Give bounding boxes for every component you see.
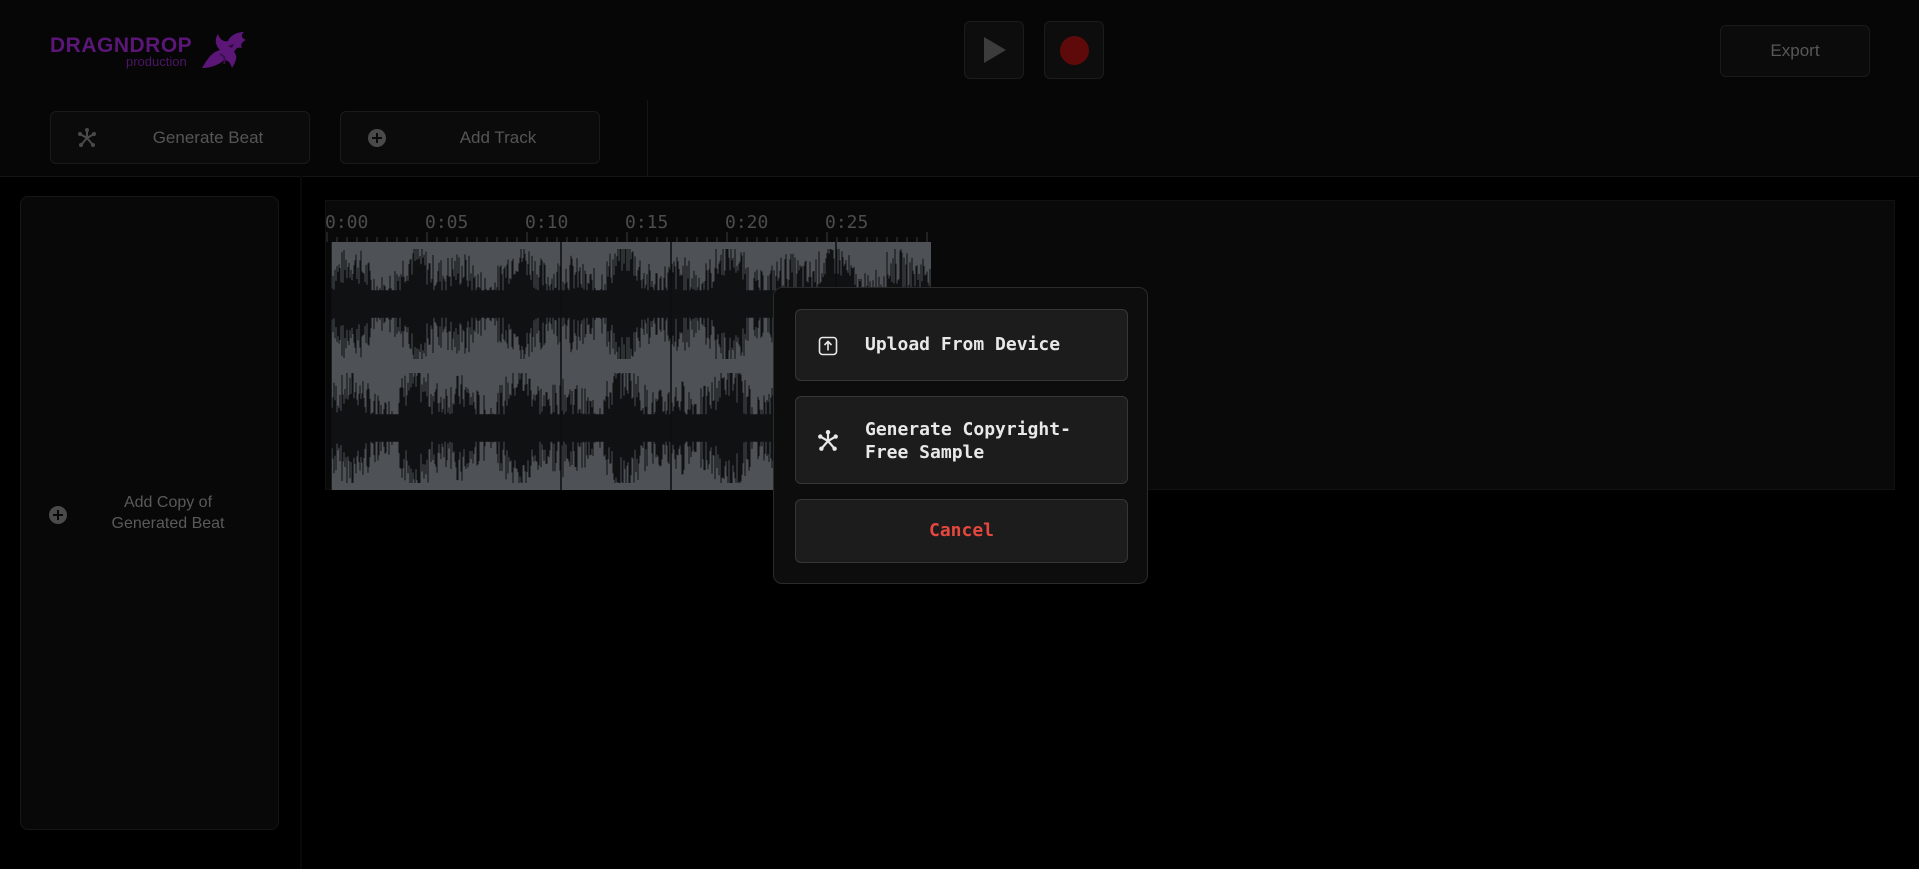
tick-label: 0:10 xyxy=(525,212,569,233)
add-copy-label-line1: Add Copy of xyxy=(123,494,213,511)
play-icon xyxy=(984,37,1006,63)
logo-subtext: production xyxy=(126,54,187,69)
tick-label: 0:05 xyxy=(425,212,469,233)
add-copy-of-generated-beat-button[interactable]: Add Copy of Generated Beat xyxy=(20,196,279,830)
add-track-label: Add Track xyxy=(459,128,537,147)
upload-label: Upload From Device xyxy=(865,334,1061,355)
sidebar-divider xyxy=(300,176,302,869)
generate-sample-label-line1: Generate Copyright- xyxy=(865,419,1071,440)
sparkle-icon xyxy=(77,128,97,153)
generate-beat-button[interactable]: Generate Beat xyxy=(50,111,310,164)
plus-circle-icon xyxy=(48,505,68,530)
generate-sample-label: Generate Copyright- Free Sample xyxy=(865,418,1105,464)
add-track-button[interactable]: Add Track xyxy=(340,111,600,164)
play-button[interactable] xyxy=(964,21,1024,79)
plus-circle-icon xyxy=(367,128,387,153)
tick-label: 0:20 xyxy=(725,212,769,233)
tick-label: 0:15 xyxy=(625,212,669,233)
app-logo: DRAGNDROP production xyxy=(50,26,250,72)
add-track-modal: Upload From Device Generate Copyright- F xyxy=(773,287,1148,584)
ruler-ticks xyxy=(326,232,928,242)
generate-sample-label-line2: Free Sample xyxy=(865,442,985,463)
upload-from-device-button[interactable]: Upload From Device xyxy=(795,309,1128,381)
generate-beat-label: Generate Beat xyxy=(152,128,264,147)
cancel-button[interactable]: Cancel xyxy=(795,499,1128,563)
export-button[interactable]: Export xyxy=(1720,25,1870,77)
upload-icon xyxy=(818,336,838,361)
add-copy-label-line2: Generated Beat xyxy=(111,515,225,532)
tick-label: 0:25 xyxy=(825,212,869,233)
dragon-icon xyxy=(202,32,246,68)
add-copy-label: Add Copy of Generated Beat xyxy=(83,492,253,534)
generate-copyright-free-sample-button[interactable]: Generate Copyright- Free Sample xyxy=(795,396,1128,484)
sparkle-icon xyxy=(817,430,839,457)
record-button[interactable] xyxy=(1044,21,1104,79)
tick-label: 0:00 xyxy=(325,212,369,233)
record-icon xyxy=(1059,35,1089,65)
toolbar-divider xyxy=(647,100,648,176)
